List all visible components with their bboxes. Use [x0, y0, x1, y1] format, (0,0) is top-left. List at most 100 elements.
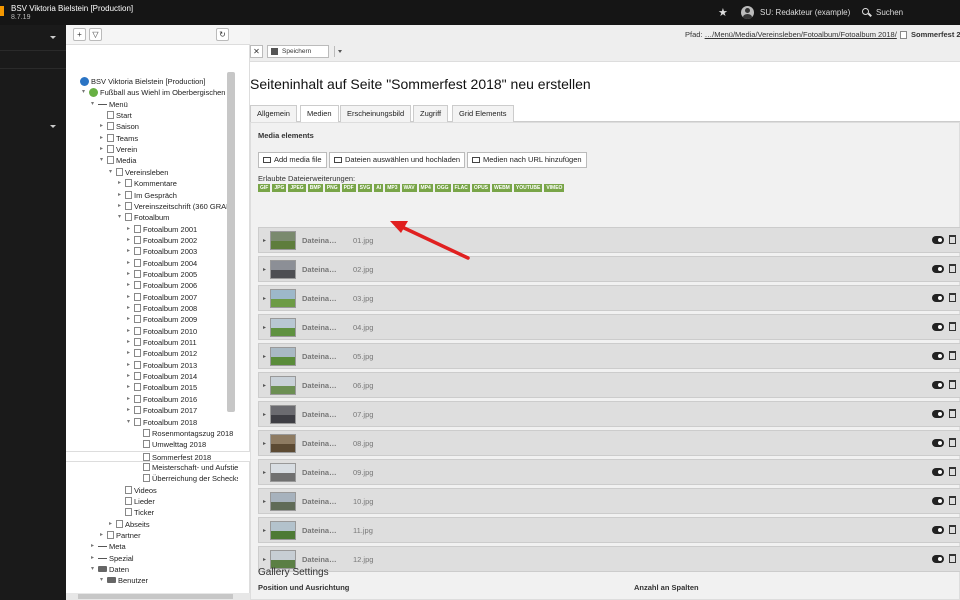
expand-icon[interactable]: ▸	[263, 266, 266, 273]
media-row[interactable]: ▸ Dateina… 07.jpg	[258, 401, 960, 427]
media-row[interactable]: ▸ Dateina… 02.jpg	[258, 256, 960, 282]
visibility-toggle-icon[interactable]	[932, 352, 944, 360]
visibility-toggle-icon[interactable]	[932, 410, 944, 418]
expand-icon[interactable]: ▸	[263, 324, 266, 331]
trash-icon[interactable]	[949, 293, 956, 302]
expand-icon[interactable]: ▸	[263, 353, 266, 360]
collapse-icon[interactable]: ▾	[118, 212, 124, 223]
filter-icon[interactable]: ▽	[89, 28, 102, 41]
trash-icon[interactable]	[949, 322, 956, 331]
tree-item[interactable]: ▾ Benutzer	[66, 575, 238, 586]
media-row[interactable]: ▸ Dateina… 06.jpg	[258, 372, 960, 398]
tree-item[interactable]: ▸ Fotoalbum 2003	[66, 246, 238, 257]
trash-icon[interactable]	[949, 409, 956, 418]
expand-icon[interactable]: ▸	[263, 237, 266, 244]
expand-icon[interactable]: ▸	[100, 530, 106, 541]
tree-item[interactable]: ▸ Fotoalbum 2001	[66, 224, 238, 235]
tab-zugriff[interactable]: Zugriff	[413, 105, 449, 122]
collapse-icon[interactable]: ▾	[100, 575, 106, 586]
tree-item[interactable]: ▸ Fotoalbum 2013	[66, 360, 238, 371]
trash-icon[interactable]	[949, 351, 956, 360]
tree-item[interactable]: ▸ Kommentare	[66, 178, 238, 189]
tree-item[interactable]: ▸ Spezial	[66, 553, 238, 564]
tree-item[interactable]: ▸ Fotoalbum 2002	[66, 235, 238, 246]
expand-icon[interactable]: ▸	[127, 314, 133, 325]
expand-icon[interactable]: ▸	[118, 190, 124, 201]
search-button[interactable]: Suchen	[876, 8, 903, 17]
tree-item[interactable]: Ticker	[66, 507, 238, 518]
expand-icon[interactable]: ▸	[127, 371, 133, 382]
tree-item[interactable]: Start	[66, 110, 238, 121]
expand-icon[interactable]: ▸	[118, 178, 124, 189]
tree-item[interactable]: ▸ Fotoalbum 2017	[66, 405, 238, 416]
expand-icon[interactable]: ▸	[127, 303, 133, 314]
tree-item[interactable]: Sommerfest 2018	[66, 450, 250, 462]
tree-item[interactable]: ▸ Fotoalbum 2008	[66, 303, 238, 314]
collapse-icon[interactable]: ▾	[91, 99, 97, 110]
expand-icon[interactable]: ▸	[127, 224, 133, 235]
tree-item[interactable]: ▾ Fußball aus Wiehl im Oberbergischen	[66, 87, 238, 98]
collapse-icon[interactable]: ▾	[91, 564, 97, 575]
visibility-toggle-icon[interactable]	[932, 381, 944, 389]
expand-icon[interactable]: ▸	[127, 235, 133, 246]
trash-icon[interactable]	[949, 438, 956, 447]
tree-item[interactable]: ▸ Fotoalbum 2005	[66, 269, 238, 280]
expand-icon[interactable]: ▸	[263, 498, 266, 505]
tree-item[interactable]: Überreichung der Schecks	[66, 473, 238, 484]
expand-icon[interactable]: ▸	[100, 121, 106, 132]
tree-item[interactable]: Rosenmontagszug 2018	[66, 428, 238, 439]
bookmark-star-icon[interactable]: ★	[718, 6, 728, 19]
tree-item[interactable]: ▸ Fotoalbum 2014	[66, 371, 238, 382]
tree-item[interactable]: BSV Viktoria Bielstein [Production]	[66, 76, 238, 87]
expand-icon[interactable]: ▸	[263, 527, 266, 534]
path-link[interactable]: …/Menü/Media/Vereinsleben/Fotoalbum/Foto…	[705, 30, 897, 39]
expand-icon[interactable]: ▸	[127, 360, 133, 371]
visibility-toggle-icon[interactable]	[932, 555, 944, 563]
media-row[interactable]: ▸ Dateina… 09.jpg	[258, 459, 960, 485]
expand-icon[interactable]: ▸	[127, 269, 133, 280]
expand-icon[interactable]: ▸	[263, 411, 266, 418]
expand-icon[interactable]: ▸	[263, 295, 266, 302]
expand-icon[interactable]: ▸	[127, 394, 133, 405]
expand-icon[interactable]: ▸	[100, 144, 106, 155]
tree-item[interactable]: Videos	[66, 485, 238, 496]
refresh-icon[interactable]: ↻	[216, 28, 229, 41]
media-row[interactable]: ▸ Dateina… 11.jpg	[258, 517, 960, 543]
tree-item[interactable]: ▸ Verein	[66, 144, 238, 155]
save-options-caret-icon[interactable]	[338, 50, 342, 53]
tree-item[interactable]: ▸ Im Gespräch	[66, 190, 238, 201]
tree-item[interactable]: ▾ Fotoalbum	[66, 212, 238, 223]
tree-item[interactable]: ▸ Fotoalbum 2012	[66, 348, 238, 359]
tree-item[interactable]: ▸ Partner	[66, 530, 238, 541]
tree-item[interactable]: ▸ Abseits	[66, 519, 238, 530]
module-group-file[interactable]	[0, 69, 66, 185]
upload-files-button[interactable]: Dateien auswählen und hochladen	[329, 152, 466, 168]
expand-icon[interactable]: ▸	[127, 337, 133, 348]
expand-icon[interactable]: ▸	[127, 382, 133, 393]
tree-horizontal-scrollbar[interactable]	[66, 593, 250, 600]
tree-item[interactable]: Meisterschaft- und Aufstiegsfeier	[66, 462, 238, 473]
media-row[interactable]: ▸ Dateina… 12.jpg	[258, 546, 960, 572]
tree-item[interactable]: ▾ Vereinsleben	[66, 167, 238, 178]
collapse-icon[interactable]: ▾	[109, 167, 115, 178]
visibility-toggle-icon[interactable]	[932, 497, 944, 505]
visibility-toggle-icon[interactable]	[932, 468, 944, 476]
visibility-toggle-icon[interactable]	[932, 526, 944, 534]
trash-icon[interactable]	[949, 235, 956, 244]
tree-horizontal-scroll-thumb[interactable]	[78, 594, 233, 599]
tree-item[interactable]: Umwelttag 2018	[66, 439, 238, 450]
tree-item[interactable]: ▸ Fotoalbum 2016	[66, 394, 238, 405]
add-media-by-url-button[interactable]: Medien nach URL hinzufügen	[467, 152, 587, 168]
new-page-icon[interactable]: +	[73, 28, 86, 41]
expand-icon[interactable]: ▸	[263, 556, 266, 563]
expand-icon[interactable]: ▸	[263, 382, 266, 389]
trash-icon[interactable]	[949, 380, 956, 389]
tree-item[interactable]: ▸ Fotoalbum 2006	[66, 280, 238, 291]
tree-item[interactable]: ▸ Fotoalbum 2010	[66, 326, 238, 337]
visibility-toggle-icon[interactable]	[932, 323, 944, 331]
tree-scrollbar[interactable]	[227, 72, 235, 412]
tree-item[interactable]: ▾ Media	[66, 155, 238, 166]
close-button[interactable]: ✕	[250, 45, 263, 58]
save-button[interactable]: Speichern	[267, 45, 342, 58]
expand-icon[interactable]: ▸	[263, 469, 266, 476]
